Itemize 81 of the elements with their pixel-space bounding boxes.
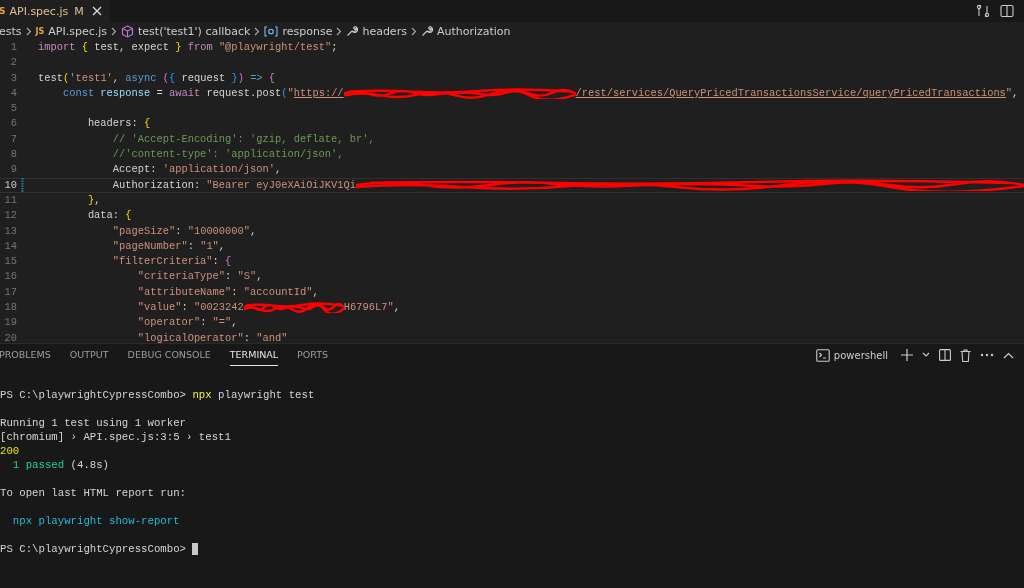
- line-number: 19: [3, 315, 17, 331]
- editor-tab[interactable]: S API.spec.js M: [0, 0, 110, 22]
- line-number: 11: [3, 192, 17, 208]
- modified-marker: [21, 177, 24, 193]
- line-number: 10: [3, 177, 17, 193]
- code-text: const response = await request.post("https://: [61, 85, 344, 101]
- wrench-icon: [420, 25, 433, 37]
- plus-icon[interactable]: [901, 349, 913, 361]
- line-number: 20: [3, 330, 17, 343]
- chevron-icon: [410, 26, 417, 36]
- breadcrumb-item[interactable]: ests: [0, 24, 22, 38]
- panel-tab[interactable]: PORTS: [297, 344, 329, 366]
- terminal-text: PS C:\playwrightCypressCombo>: [0, 542, 187, 556]
- line-number: 15: [3, 254, 17, 270]
- panel-tab[interactable]: TERMINAL: [229, 344, 279, 366]
- terminal-text: PS C:\playwrightCypressCombo> npx playwright test: [0, 388, 315, 402]
- terminal-text: 1 passed (4.8s): [11, 458, 110, 472]
- panel-tab[interactable]: OUTPUT: [69, 344, 109, 366]
- compare-changes-icon[interactable]: [976, 4, 990, 18]
- code-text: H6796L7",: [343, 300, 400, 316]
- chevron-icon: [254, 26, 261, 36]
- code-text: /rest/services/QueryPricedTransactionsService/queryPricedTransactions",: [575, 85, 1019, 101]
- code-text: "pageNumber": "1",: [111, 238, 226, 254]
- code-text: Authorization: "Bearer eyJ0eXAiOiJKV1Qi: [111, 177, 356, 193]
- chevron-down-icon[interactable]: [922, 352, 930, 358]
- chevron-icon: [25, 26, 32, 36]
- close-icon[interactable]: [91, 6, 102, 16]
- line-number: 18: [3, 300, 17, 316]
- code-text: "attributeName": "accountId",: [136, 284, 319, 300]
- split-terminal-icon[interactable]: [939, 349, 951, 361]
- breadcrumb-item[interactable]: Authorization: [420, 24, 511, 38]
- line-number: 7: [9, 131, 17, 147]
- cube-icon: [121, 24, 134, 38]
- code-text: Accept: 'application/json',: [111, 162, 282, 178]
- terminal-text: 200: [0, 444, 20, 458]
- code-text: "pageSize": "10000000",: [111, 223, 257, 239]
- line-number: 17: [3, 284, 17, 300]
- variable-icon: [264, 25, 279, 37]
- line-number: 4: [9, 85, 17, 101]
- chevron-up-icon[interactable]: [1003, 351, 1014, 359]
- terminal-icon: [815, 348, 830, 362]
- line-number: 14: [3, 238, 17, 254]
- code-text: data: {: [86, 208, 132, 224]
- line-number: 2: [9, 55, 17, 71]
- line-number: 12: [3, 208, 17, 224]
- breadcrumb-item[interactable]: headers: [346, 24, 407, 38]
- code-text: //'content-type': 'application/json',: [111, 147, 344, 163]
- terminal-text: Running 1 test using 1 worker: [0, 416, 186, 430]
- terminal-text: [chromium] › API.spec.js:3:5 › test1: [0, 430, 231, 444]
- split-editor-icon[interactable]: [1000, 4, 1014, 18]
- wrench-icon: [346, 25, 359, 37]
- code-text: "value": "0023242: [136, 300, 244, 316]
- line-number: 16: [3, 269, 17, 285]
- breadcrumb-item[interactable]: JS API.spec.js: [35, 24, 107, 38]
- code-text: },: [86, 192, 101, 208]
- more-icon[interactable]: [980, 353, 994, 357]
- code-text: "criteriaType": "S",: [136, 269, 263, 285]
- panel-tab[interactable]: PROBLEMS: [0, 344, 51, 366]
- panel-tab[interactable]: DEBUG CONSOLE: [127, 344, 211, 366]
- terminal-text: To open last HTML report run:: [0, 486, 186, 500]
- line-number: 3: [9, 70, 17, 86]
- code-text: headers: {: [86, 116, 151, 132]
- terminal-text: npx playwright show-report: [11, 514, 180, 528]
- code-text: "logicalOperator": "and": [136, 330, 288, 343]
- line-number: 8: [9, 147, 17, 163]
- breadcrumb-item[interactable]: response: [264, 24, 333, 38]
- line-number: 9: [9, 162, 17, 178]
- line-number: 1: [9, 40, 17, 55]
- line-number: 6: [9, 116, 17, 132]
- terminal-name[interactable]: powershell: [833, 349, 888, 361]
- code-text: test('test1', async ({ request }) => {: [38, 70, 276, 86]
- code-text: import { test, expect } from "@playwright/test";: [38, 40, 338, 55]
- trash-icon[interactable]: [960, 348, 971, 362]
- code-text: "filterCriteria": {: [111, 254, 232, 270]
- chevron-icon: [336, 26, 343, 36]
- code-text: "operator": "=",: [136, 315, 238, 331]
- line-number: 5: [9, 101, 17, 117]
- breadcrumb-item[interactable]: test('test1') callback: [121, 24, 251, 38]
- line-number: 13: [3, 223, 17, 239]
- chevron-icon: [111, 26, 117, 36]
- code-text: // 'Accept-Encoding': 'gzip, deflate, br',: [111, 131, 375, 147]
